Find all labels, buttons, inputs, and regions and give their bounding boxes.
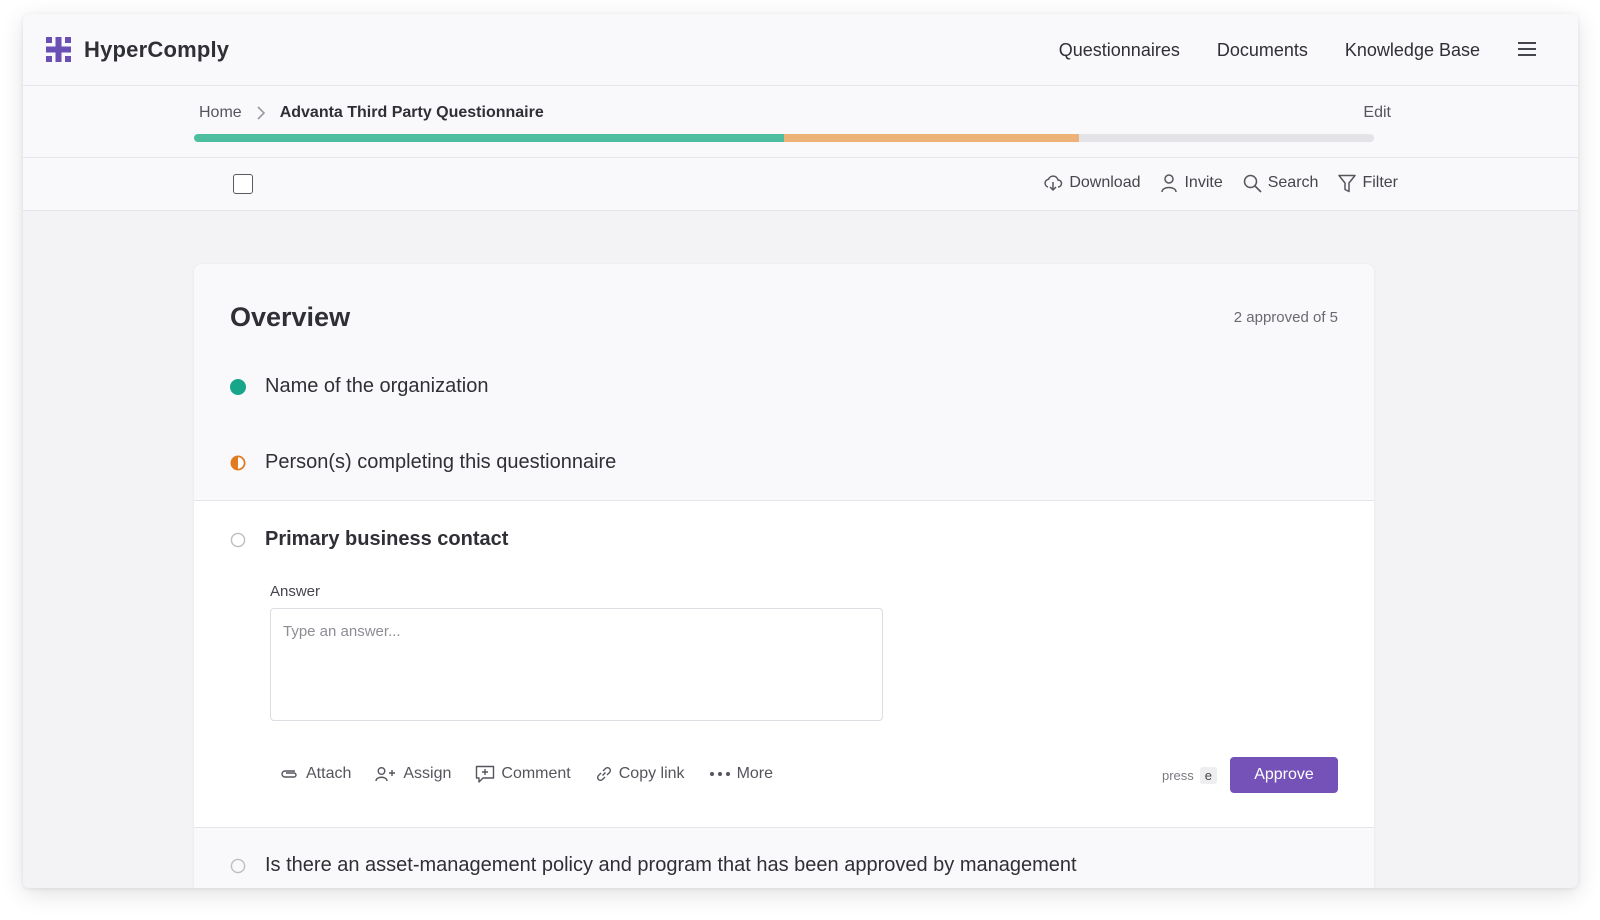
more-button[interactable]: More: [709, 765, 773, 783]
status-empty-icon: [230, 532, 246, 548]
keyboard-key: e: [1199, 767, 1217, 784]
filter-icon: [1338, 174, 1357, 193]
progress-in-progress-segment: [784, 134, 1079, 142]
answer-input[interactable]: [270, 608, 883, 721]
question-row[interactable]: Is there an asset-management policy and …: [230, 854, 1077, 877]
top-navigation: HyperComply Questionnaires Documents Kno…: [23, 14, 1578, 86]
status-approved-icon: [230, 378, 246, 395]
attach-label: Attach: [306, 765, 352, 782]
question-text: Name of the organization: [265, 375, 489, 397]
breadcrumb-home[interactable]: Home: [199, 104, 242, 122]
approved-count: 2 approved of 5: [1233, 309, 1338, 326]
keyboard-hint-prefix: press: [1161, 768, 1194, 783]
chevron-right-icon: [256, 106, 266, 120]
keyboard-hint: press e: [1162, 767, 1217, 784]
question-row[interactable]: Name of the organization: [230, 375, 488, 398]
approve-button[interactable]: Approve: [1230, 757, 1338, 793]
assign-label: Assign: [403, 765, 452, 782]
link-icon: [595, 765, 613, 783]
brand-name: HyperComply: [84, 36, 230, 62]
nav-knowledge-base[interactable]: Knowledge Base: [1345, 40, 1480, 61]
attach-button[interactable]: Attach: [280, 765, 351, 783]
question-actions: Attach Assign Comment Copy link More: [280, 765, 773, 783]
app-window: HyperComply Questionnaires Documents Kno…: [23, 14, 1578, 888]
search-button[interactable]: Search: [1243, 173, 1319, 193]
copy-link-button[interactable]: Copy link: [595, 765, 685, 783]
filter-label: Filter: [1362, 174, 1398, 191]
nav-links: Questionnaires Documents Knowledge Base: [1059, 40, 1480, 61]
select-all-checkbox[interactable]: [233, 174, 253, 194]
question-text: Is there an asset-management policy and …: [265, 854, 1077, 876]
answer-label: Answer: [270, 583, 321, 600]
invite-button[interactable]: Invite: [1160, 173, 1223, 193]
status-empty-icon: [230, 858, 246, 874]
more-dots-icon: [709, 771, 731, 777]
breadcrumb: Home Advanta Third Party Questionnaire: [199, 104, 544, 122]
assign-button[interactable]: Assign: [375, 765, 451, 783]
cloud-download-icon: [1043, 174, 1063, 192]
search-label: Search: [1267, 174, 1319, 191]
question-row[interactable]: Person(s) completing this questionnaire: [230, 451, 616, 474]
comment-add-icon: [475, 765, 495, 783]
copy-link-label: Copy link: [618, 765, 685, 782]
toolbar-actions: Download Invite Search Filter: [1043, 173, 1398, 193]
comment-label: Comment: [501, 765, 571, 782]
user-icon: [1160, 173, 1178, 193]
invite-label: Invite: [1184, 174, 1223, 191]
more-label: More: [736, 765, 774, 782]
nav-questionnaires[interactable]: Questionnaires: [1059, 40, 1180, 61]
brand[interactable]: HyperComply: [45, 36, 229, 63]
question-row[interactable]: Primary business contact: [230, 528, 508, 551]
status-in-progress-icon: [230, 455, 246, 471]
download-label: Download: [1069, 174, 1141, 191]
breadcrumb-current: Advanta Third Party Questionnaire: [279, 104, 544, 121]
progress-bar: [194, 134, 1374, 142]
question-text: Person(s) completing this questionnaire: [265, 451, 617, 473]
active-question: Primary business contact Answer Attach A…: [194, 500, 1374, 828]
search-icon: [1243, 174, 1262, 193]
filter-button[interactable]: Filter: [1338, 173, 1398, 193]
overview-card: Overview 2 approved of 5 Name of the org…: [194, 264, 1374, 888]
comment-button[interactable]: Comment: [475, 765, 571, 783]
edit-button[interactable]: Edit: [1363, 104, 1391, 122]
add-user-icon: [375, 766, 397, 782]
toolbar: Download Invite Search Filter: [23, 158, 1578, 211]
breadcrumb-bar: Home Advanta Third Party Questionnaire E…: [23, 86, 1578, 158]
question-text: Primary business contact: [265, 528, 509, 550]
hypercomply-logo-icon: [45, 36, 72, 63]
download-button[interactable]: Download: [1043, 173, 1140, 193]
progress-approved-segment: [194, 134, 784, 142]
nav-documents[interactable]: Documents: [1217, 40, 1308, 61]
paperclip-icon: [280, 767, 300, 781]
section-title: Overview: [230, 302, 351, 332]
hamburger-menu-icon[interactable]: [1516, 40, 1538, 58]
